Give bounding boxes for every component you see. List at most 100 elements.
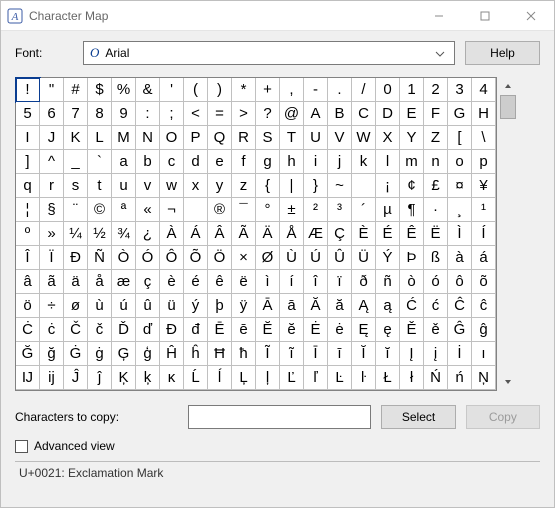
char-cell[interactable]: h <box>280 150 304 174</box>
char-cell[interactable]: ¬ <box>160 198 184 222</box>
char-cell[interactable]: ® <box>208 198 232 222</box>
char-cell[interactable]: Ĩ <box>256 342 280 366</box>
char-cell[interactable]: ġ <box>88 342 112 366</box>
char-cell[interactable]: a <box>112 150 136 174</box>
char-cell[interactable]: i <box>304 150 328 174</box>
char-cell[interactable]: ĵ <box>88 366 112 390</box>
char-cell[interactable]: Ě <box>400 318 424 342</box>
char-cell[interactable]: = <box>208 102 232 126</box>
scroll-thumb[interactable] <box>500 95 516 119</box>
char-cell[interactable]: Ç <box>328 222 352 246</box>
char-cell[interactable]: ł <box>400 366 424 390</box>
char-cell[interactable]: P <box>184 126 208 150</box>
char-cell[interactable]: F <box>424 102 448 126</box>
char-cell[interactable]: Ú <box>304 246 328 270</box>
char-cell[interactable]: Ħ <box>208 342 232 366</box>
char-cell[interactable]: J <box>40 126 64 150</box>
char-cell[interactable]: c <box>160 150 184 174</box>
char-cell[interactable]: ¡ <box>376 174 400 198</box>
char-cell[interactable]: Ğ <box>16 342 40 366</box>
char-cell[interactable]: f <box>232 150 256 174</box>
char-cell[interactable]: K <box>64 126 88 150</box>
char-cell[interactable]: þ <box>208 294 232 318</box>
char-cell[interactable]: ¢ <box>400 174 424 198</box>
char-cell[interactable]: ĕ <box>280 318 304 342</box>
char-cell[interactable]: ± <box>280 198 304 222</box>
char-cell[interactable]: Ď <box>112 318 136 342</box>
char-cell[interactable]: Ē <box>208 318 232 342</box>
char-cell[interactable]: 5 <box>16 102 40 126</box>
char-cell[interactable]: [ <box>448 126 472 150</box>
char-cell[interactable]: ü <box>160 294 184 318</box>
char-cell[interactable]: É <box>376 222 400 246</box>
char-cell[interactable]: & <box>136 78 160 102</box>
char-cell[interactable]: ķ <box>136 366 160 390</box>
char-cell[interactable]: ; <box>160 102 184 126</box>
char-cell[interactable]: Ļ <box>232 366 256 390</box>
char-cell[interactable]: Ŀ <box>328 366 352 390</box>
char-cell[interactable]: ¾ <box>112 222 136 246</box>
char-cell[interactable]: 2 <box>424 78 448 102</box>
char-cell[interactable]: b <box>136 150 160 174</box>
char-cell[interactable]: Ł <box>376 366 400 390</box>
char-cell[interactable]: * <box>232 78 256 102</box>
char-cell[interactable]: t <box>88 174 112 198</box>
char-cell[interactable]: Ò <box>112 246 136 270</box>
char-cell[interactable]: ă <box>328 294 352 318</box>
minimize-button[interactable] <box>416 1 462 31</box>
char-cell[interactable]: T <box>280 126 304 150</box>
char-cell[interactable]: Ę <box>352 318 376 342</box>
char-cell[interactable]: ě <box>424 318 448 342</box>
char-cell[interactable]: 6 <box>40 102 64 126</box>
char-cell[interactable]: § <box>40 198 64 222</box>
char-cell[interactable]: C <box>352 102 376 126</box>
char-cell[interactable]: á <box>472 246 496 270</box>
char-cell[interactable]: 1 <box>400 78 424 102</box>
char-cell[interactable]: } <box>304 174 328 198</box>
char-cell[interactable]: ĭ <box>376 342 400 366</box>
char-cell[interactable]: $ <box>88 78 112 102</box>
char-cell[interactable]: ę <box>376 318 400 342</box>
char-cell[interactable]: ) <box>208 78 232 102</box>
char-cell[interactable] <box>352 174 376 198</box>
char-cell[interactable]: Ġ <box>64 342 88 366</box>
char-cell[interactable]: ð <box>352 270 376 294</box>
char-cell[interactable]: ė <box>328 318 352 342</box>
char-cell[interactable]: Ð <box>64 246 88 270</box>
char-cell[interactable]: ê <box>208 270 232 294</box>
char-cell[interactable]: · <box>424 198 448 222</box>
char-cell[interactable]: : <box>136 102 160 126</box>
char-cell[interactable]: Ë <box>424 222 448 246</box>
char-cell[interactable]: j <box>328 150 352 174</box>
char-cell[interactable]: { <box>256 174 280 198</box>
char-cell[interactable]: q <box>16 174 40 198</box>
char-cell[interactable]: ¤ <box>448 174 472 198</box>
char-cell[interactable]: Ĳ <box>16 366 40 390</box>
char-cell[interactable]: k <box>352 150 376 174</box>
char-cell[interactable]: + <box>256 78 280 102</box>
char-cell[interactable]: ¯ <box>232 198 256 222</box>
char-cell[interactable]: » <box>40 222 64 246</box>
close-button[interactable] <box>508 1 554 31</box>
char-cell[interactable]: İ <box>448 342 472 366</box>
help-button[interactable]: Help <box>465 41 540 65</box>
char-cell[interactable]: ¿ <box>136 222 160 246</box>
char-cell[interactable]: ģ <box>136 342 160 366</box>
char-cell[interactable]: Z <box>424 126 448 150</box>
char-cell[interactable]: è <box>160 270 184 294</box>
maximize-button[interactable] <box>462 1 508 31</box>
char-cell[interactable]: ' <box>160 78 184 102</box>
char-cell[interactable]: Ģ <box>112 342 136 366</box>
char-cell[interactable]: x <box>184 174 208 198</box>
char-cell[interactable]: 4 <box>472 78 496 102</box>
char-cell[interactable]: Ĝ <box>448 318 472 342</box>
char-cell[interactable]: Ĵ <box>64 366 88 390</box>
char-cell[interactable]: ÿ <box>232 294 256 318</box>
char-cell[interactable]: M <box>112 126 136 150</box>
char-cell[interactable]: Ñ <box>88 246 112 270</box>
char-cell[interactable]: Ă <box>304 294 328 318</box>
char-cell[interactable]: ­ <box>184 198 208 222</box>
char-cell[interactable]: 8 <box>88 102 112 126</box>
char-cell[interactable]: ĸ <box>160 366 184 390</box>
char-cell[interactable]: ā <box>280 294 304 318</box>
